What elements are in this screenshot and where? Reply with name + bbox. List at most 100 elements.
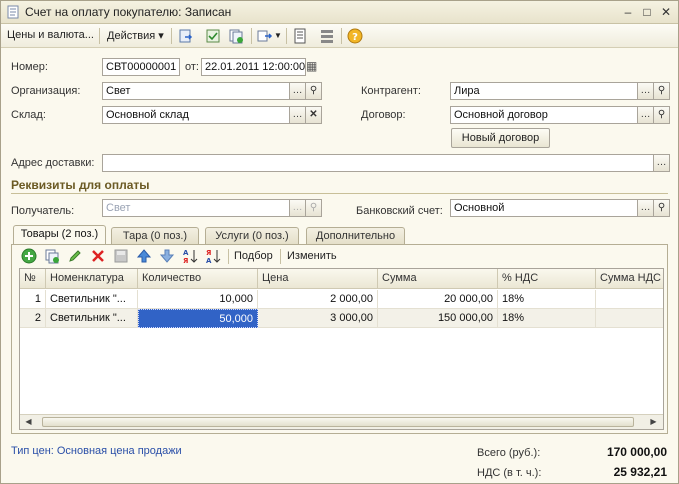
create-based-on-icon[interactable] — [257, 28, 273, 44]
tab-services[interactable]: Услуги (0 поз.) — [205, 227, 299, 245]
contract-field[interactable]: Основной договор — [450, 106, 638, 124]
pick-button[interactable]: Подбор — [234, 250, 273, 262]
sort-descending-icon[interactable]: Я A — [205, 248, 221, 264]
date-field[interactable]: 22.01.2011 12:00:00 — [201, 58, 306, 76]
section-divider — [11, 193, 668, 194]
contract-select-button[interactable]: … — [638, 106, 654, 124]
tab-packaging[interactable]: Тара (0 поз.) — [111, 227, 199, 245]
scroll-left-icon[interactable]: ◀ — [22, 416, 35, 428]
table-row-2-vat-rate[interactable]: 18% — [498, 309, 596, 328]
column-header-vat-rate[interactable]: % НДС — [498, 269, 596, 289]
column-header-quantity[interactable]: Количество — [138, 269, 258, 289]
title-bar: Счет на оплату покупателю: Записан – □ ✕ — [1, 1, 678, 24]
bank-account-select-button[interactable]: … — [638, 199, 654, 217]
prices-currency-button[interactable]: Цены и валюта... — [7, 29, 94, 41]
move-up-icon[interactable] — [136, 248, 152, 264]
organization-select-button[interactable]: … — [290, 82, 306, 100]
svg-text:?: ? — [352, 32, 358, 43]
svg-text:Я: Я — [206, 249, 211, 257]
new-contract-button[interactable]: Новый договор — [451, 128, 550, 148]
toolbar-separator — [99, 28, 100, 44]
add-row-icon[interactable] — [21, 248, 37, 264]
svg-text:A: A — [206, 257, 212, 264]
recipient-field: Свет — [102, 199, 290, 217]
table-row-2-quantity[interactable]: 50,000 — [138, 309, 258, 328]
tab-goods[interactable]: Товары (2 поз.) — [13, 225, 106, 245]
table-row-1-item[interactable]: Светильник "... — [46, 290, 138, 309]
table-row-1-price[interactable]: 2 000,00 — [258, 290, 378, 309]
bank-account-field[interactable]: Основной — [450, 199, 638, 217]
price-type-link[interactable]: Тип цен: Основная цена продажи — [11, 445, 182, 457]
sort-ascending-icon[interactable]: A Я — [182, 248, 198, 264]
organization-open-icon[interactable]: ⚲ — [306, 82, 322, 100]
table-row-2-price[interactable]: 3 000,00 — [258, 309, 378, 328]
table-row-1-vat-rate[interactable]: 18% — [498, 290, 596, 309]
toolbar-separator — [286, 28, 287, 44]
main-toolbar: Цены и валюта... Действия ▾ ▼ ? — [1, 24, 678, 48]
warehouse-field[interactable]: Основной склад — [102, 106, 290, 124]
total-label: Всего (руб.): — [477, 447, 541, 459]
move-down-icon[interactable] — [159, 248, 175, 264]
counterparty-field[interactable]: Лира — [450, 82, 638, 100]
delete-row-icon[interactable] — [90, 248, 106, 264]
payment-section-title: Реквизиты для оплаты — [11, 178, 150, 192]
bank-account-label: Банковский счет: — [356, 205, 443, 217]
maximize-icon[interactable]: □ — [638, 4, 656, 20]
copy-document-icon[interactable] — [228, 28, 244, 44]
horizontal-scrollbar[interactable]: ◀ ▶ — [20, 414, 663, 429]
bank-account-open-icon[interactable]: ⚲ — [654, 199, 670, 217]
table-row-2-sum[interactable]: 150 000,00 — [378, 309, 498, 328]
goods-table[interactable]: № Номенклатура Количество Цена Сумма % Н… — [19, 268, 664, 430]
window-title: Счет на оплату покупателю: Записан — [25, 5, 232, 19]
table-row-2-vat-sum[interactable] — [596, 309, 663, 328]
post-icon[interactable] — [205, 28, 221, 44]
table-row-2-item[interactable]: Светильник "... — [46, 309, 138, 328]
column-header-item[interactable]: Номенклатура — [46, 269, 138, 289]
number-field[interactable]: СВТ00000001 — [102, 58, 180, 76]
counterparty-select-button[interactable]: … — [638, 82, 654, 100]
table-row-1-sum[interactable]: 20 000,00 — [378, 290, 498, 309]
table-row-1-quantity[interactable]: 10,000 — [138, 290, 258, 309]
scrollbar-thumb[interactable] — [42, 417, 634, 427]
structure-icon[interactable] — [319, 28, 335, 44]
actions-menu[interactable]: Действия ▾ — [107, 29, 164, 42]
counterparty-open-icon[interactable]: ⚲ — [654, 82, 670, 100]
toolbar-separator — [280, 249, 281, 264]
table-row-2-number[interactable]: 2 — [20, 309, 46, 328]
column-header-price[interactable]: Цена — [258, 269, 378, 289]
counterparty-label: Контрагент: — [361, 85, 421, 97]
recipient-select-button: … — [290, 199, 306, 217]
calendar-icon[interactable]: ▦ — [306, 59, 317, 73]
toolbar-separator — [251, 28, 252, 44]
print-form-icon[interactable] — [292, 28, 308, 44]
contract-open-icon[interactable]: ⚲ — [654, 106, 670, 124]
post-and-close-icon[interactable] — [178, 28, 194, 44]
table-row-1-vat-sum[interactable] — [596, 290, 663, 309]
chevron-down-icon[interactable]: ▼ — [274, 31, 282, 40]
total-value: 170 000,00 — [606, 445, 667, 459]
clear-icon[interactable]: ✕ — [306, 106, 322, 124]
column-header-number[interactable]: № — [20, 269, 46, 289]
minimize-icon[interactable]: – — [619, 4, 637, 20]
chevron-down-icon: ▾ — [158, 30, 164, 42]
column-header-vat-sum[interactable]: Сумма НДС — [596, 269, 663, 289]
organization-field[interactable]: Свет — [102, 82, 290, 100]
document-icon — [7, 5, 19, 19]
change-button[interactable]: Изменить — [287, 250, 337, 262]
scroll-right-icon[interactable]: ▶ — [647, 416, 660, 428]
column-header-sum[interactable]: Сумма — [378, 269, 498, 289]
warehouse-select-button[interactable]: … — [290, 106, 306, 124]
copy-row-icon[interactable] — [44, 248, 60, 264]
edit-row-icon[interactable] — [67, 248, 83, 264]
delivery-address-field[interactable] — [102, 154, 654, 172]
delivery-address-select-button[interactable]: … — [654, 154, 670, 172]
organization-label: Организация: — [11, 85, 81, 97]
toolbar-separator — [171, 28, 172, 44]
help-icon[interactable]: ? — [347, 28, 363, 44]
tab-additional[interactable]: Дополнительно — [306, 227, 405, 245]
close-icon[interactable]: ✕ — [657, 4, 675, 20]
warehouse-label: Склад: — [11, 109, 46, 121]
table-row-1-number[interactable]: 1 — [20, 290, 46, 309]
vat-total-label: НДС (в т. ч.): — [477, 467, 542, 479]
toolbar-separator — [341, 28, 342, 44]
